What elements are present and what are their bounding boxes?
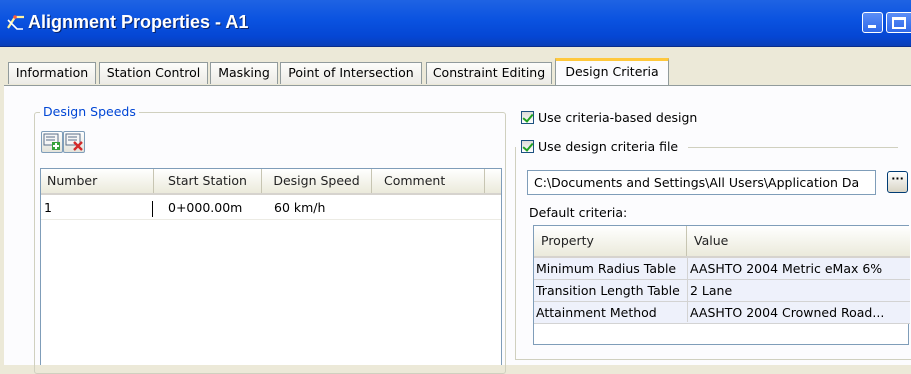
default-criteria-label: Default criteria: [529, 205, 628, 220]
tab-constraint-editing[interactable]: Constraint Editing [426, 62, 552, 84]
column-divider [687, 256, 688, 322]
tab-information[interactable]: Information [8, 62, 96, 84]
alignment-icon [6, 14, 26, 32]
design-speeds-table[interactable]: Number Start Station Design Speed Commen… [40, 168, 502, 365]
tab-masking[interactable]: Masking [210, 62, 278, 84]
default-criteria-table[interactable]: Property Value Minimum Radius Table AASH… [533, 225, 910, 345]
value-cell[interactable]: AASHTO 2004 Metric eMax 6% [690, 258, 908, 279]
property-cell: Transition Length Table [536, 283, 680, 298]
browse-button[interactable]: ··· [887, 171, 908, 193]
use-criteria-based-design-label: Use criteria-based design [538, 110, 698, 125]
design-speeds-label: Design Speeds [40, 104, 139, 119]
column-design-speed[interactable]: Design Speed [262, 169, 372, 193]
column-value[interactable]: Value [687, 226, 910, 256]
column-number[interactable]: Number [41, 169, 154, 193]
minimize-button[interactable] [862, 12, 883, 33]
cell-design-speed[interactable]: 60 km/h [274, 197, 325, 219]
text-caret [152, 201, 153, 217]
title-bar[interactable]: Alignment Properties - A1 [0, 0, 911, 47]
tab-point-of-intersection[interactable]: Point of Intersection [280, 62, 422, 84]
delete-design-speed-icon [65, 133, 83, 151]
property-cell: Attainment Method [536, 305, 657, 320]
criteria-file-path-input[interactable]: C:\Documents and Settings\All Users\Appl… [527, 170, 876, 195]
cell-number[interactable]: 1 [44, 197, 52, 219]
row-divider [41, 219, 501, 220]
checkmark-icon [521, 111, 534, 124]
tab-design-criteria[interactable]: Design Criteria [555, 58, 669, 85]
column-comment[interactable]: Comment [372, 169, 485, 193]
table-row[interactable]: 1 0+000.00m 60 km/h [41, 197, 501, 219]
add-design-speed-button[interactable] [41, 131, 63, 153]
delete-design-speed-button[interactable] [63, 131, 85, 153]
table-row[interactable]: Minimum Radius Table AASHTO 2004 Metric … [534, 258, 910, 280]
table-header: Number Start Station Design Speed Commen… [41, 169, 501, 195]
maximize-button[interactable] [886, 12, 911, 33]
property-cell: Minimum Radius Table [536, 261, 677, 276]
table-header: Property Value [534, 226, 910, 258]
tab-station-control[interactable]: Station Control [99, 62, 208, 84]
table-row[interactable]: Attainment Method AASHTO 2004 Crowned Ro… [534, 302, 910, 324]
value-cell[interactable]: 2 Lane [690, 280, 908, 301]
tab-strip: Information Station Control Masking Poin… [0, 58, 911, 86]
column-property[interactable]: Property [534, 226, 687, 256]
add-design-speed-icon [43, 133, 60, 150]
cell-start-station[interactable]: 0+000.00m [168, 197, 242, 219]
column-start-station[interactable]: Start Station [154, 169, 262, 193]
value-cell[interactable]: AASHTO 2004 Crowned Road... [690, 302, 908, 323]
window-title: Alignment Properties - A1 [28, 12, 249, 32]
table-row[interactable]: Transition Length Table 2 Lane [534, 280, 910, 302]
